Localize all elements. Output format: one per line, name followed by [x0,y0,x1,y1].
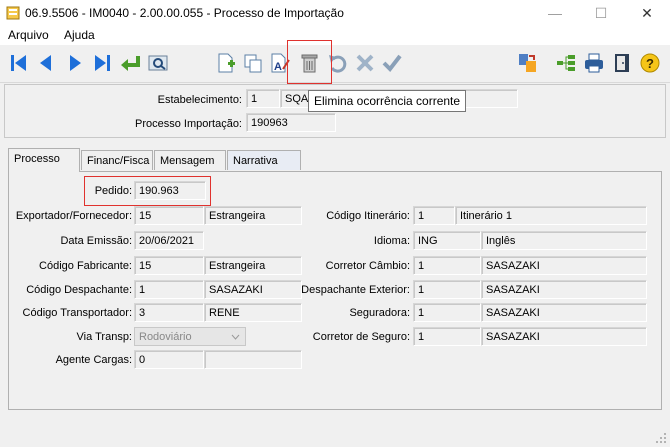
new-button[interactable] [213,49,239,77]
minimize-button[interactable]: — [532,0,578,26]
print-button[interactable] [581,49,607,77]
first-icon [11,55,26,71]
corretor-cambio-name-field: SASAZAKI [481,256,647,275]
fabricante-name-field: Estrangeira [204,256,302,275]
maximize-button[interactable]: ☐ [578,0,624,26]
next-icon [70,55,81,71]
corretor-seguro-label: Corretor de Seguro: [312,331,410,343]
prev-icon [40,55,51,71]
menu-ajuda[interactable]: Ajuda [64,28,95,42]
last-icon [95,55,110,71]
data-emissao-field[interactable]: 20/06/2021 [134,231,204,250]
agente-code-field[interactable]: 0 [134,350,204,369]
via-transp-select[interactable]: Rodoviário [134,327,246,346]
processo-field[interactable]: 190963 [246,113,336,132]
new-icon [218,53,235,73]
tab-processo[interactable]: Processo [8,148,80,172]
agente-label: Agente Cargas: [55,354,132,366]
save-icon [382,54,402,73]
desp-exterior-label: Despachante Exterior: [301,284,410,296]
first-record-button[interactable] [6,49,32,77]
tree-icon [557,55,575,71]
help-icon: ? [640,53,660,73]
idioma-label: Idioma: [373,235,410,247]
exportador-label: Exportador/Fornecedor: [15,210,132,222]
agente-name-field [204,350,302,369]
despachante-code-field[interactable]: 1 [134,280,204,299]
window-title: 06.9.5506 - IM0040 - 2.00.00.055 - Proce… [25,6,344,20]
cancel-button[interactable] [352,49,378,77]
corretor-seguro-name-field: SASAZAKI [481,327,647,346]
itinerario-code-field[interactable]: 1 [413,206,455,225]
seguradora-code-field[interactable]: 1 [413,303,481,322]
data-emissao-label: Data Emissão: [60,235,132,247]
copy-icon [244,54,262,73]
print-icon [585,53,603,73]
goto-icon [121,56,140,71]
next-record-button[interactable] [62,49,88,77]
fabricante-code-field[interactable]: 15 [134,256,204,275]
estabelecimento-code-field[interactable]: 1 [246,89,280,108]
corretor-seguro-code-field[interactable]: 1 [413,327,481,346]
via-transp-value: Rodoviário [139,331,192,343]
via-transp-label: Via Transp: [76,331,132,343]
svg-text:?: ? [646,56,654,71]
save-button[interactable] [379,49,405,77]
chevron-down-icon [231,334,240,340]
seguradora-label: Seguradora: [349,307,410,319]
desp-exterior-name-field: SASAZAKI [481,280,647,299]
menu-arquivo[interactable]: Arquivo [8,28,49,42]
idioma-code-field[interactable]: ING [413,231,481,250]
exit-button[interactable] [609,49,635,77]
corretor-cambio-label: Corretor Câmbio: [325,260,410,272]
toolbar: A ? [0,45,670,82]
transportador-code-field[interactable]: 3 [134,303,204,322]
related-button[interactable] [515,49,541,77]
transportador-name-field: RENE [204,303,302,322]
last-record-button[interactable] [89,49,115,77]
transportador-label: Código Transportador: [22,307,132,319]
status-bar [0,428,670,447]
itinerario-name-field: Itinerário 1 [455,206,647,225]
title-bar: 06.9.5506 - IM0040 - 2.00.00.055 - Proce… [0,0,670,26]
toolbar-separator [0,82,670,83]
idioma-name-field: Inglês [481,231,647,250]
svg-text:A: A [274,61,282,73]
exportador-name-field: Estrangeira [204,206,302,225]
seguradora-name-field: SASAZAKI [481,303,647,322]
help-button[interactable]: ? [637,49,663,77]
exit-icon [615,54,629,72]
related-icon [519,54,536,72]
menu-bar: Arquivo Ajuda [0,26,670,45]
tree-button[interactable] [553,49,579,77]
despachante-name-field: SASAZAKI [204,280,302,299]
delete-button-highlight [287,40,332,84]
desp-exterior-code-field[interactable]: 1 [413,280,481,299]
tab-narrativa[interactable]: Narrativa [227,150,301,170]
search-button[interactable] [145,49,171,77]
app-icon [6,6,20,20]
despachante-label: Código Despachante: [26,284,132,296]
tab-mensagem[interactable]: Mensagem [154,150,226,170]
itinerario-label: Código Itinerário: [326,210,410,222]
corretor-cambio-code-field[interactable]: 1 [413,256,481,275]
cancel-icon [356,54,374,72]
estabelecimento-label: Estabelecimento: [157,94,242,106]
exportador-code-field[interactable]: 15 [134,206,204,225]
pedido-highlight [84,176,211,206]
prev-record-button[interactable] [33,49,59,77]
resize-grip-icon[interactable] [655,432,667,444]
tooltip: Elimina ocorrência corrente [308,90,466,112]
goto-button[interactable] [117,49,143,77]
search-icon [148,55,168,71]
close-button[interactable]: ✕ [624,0,670,26]
fabricante-label: Código Fabricante: [39,260,132,272]
tab-financ-fisca[interactable]: Financ/Fisca [81,150,153,170]
processo-label: Processo Importação: [135,118,242,130]
copy-button[interactable] [240,49,266,77]
